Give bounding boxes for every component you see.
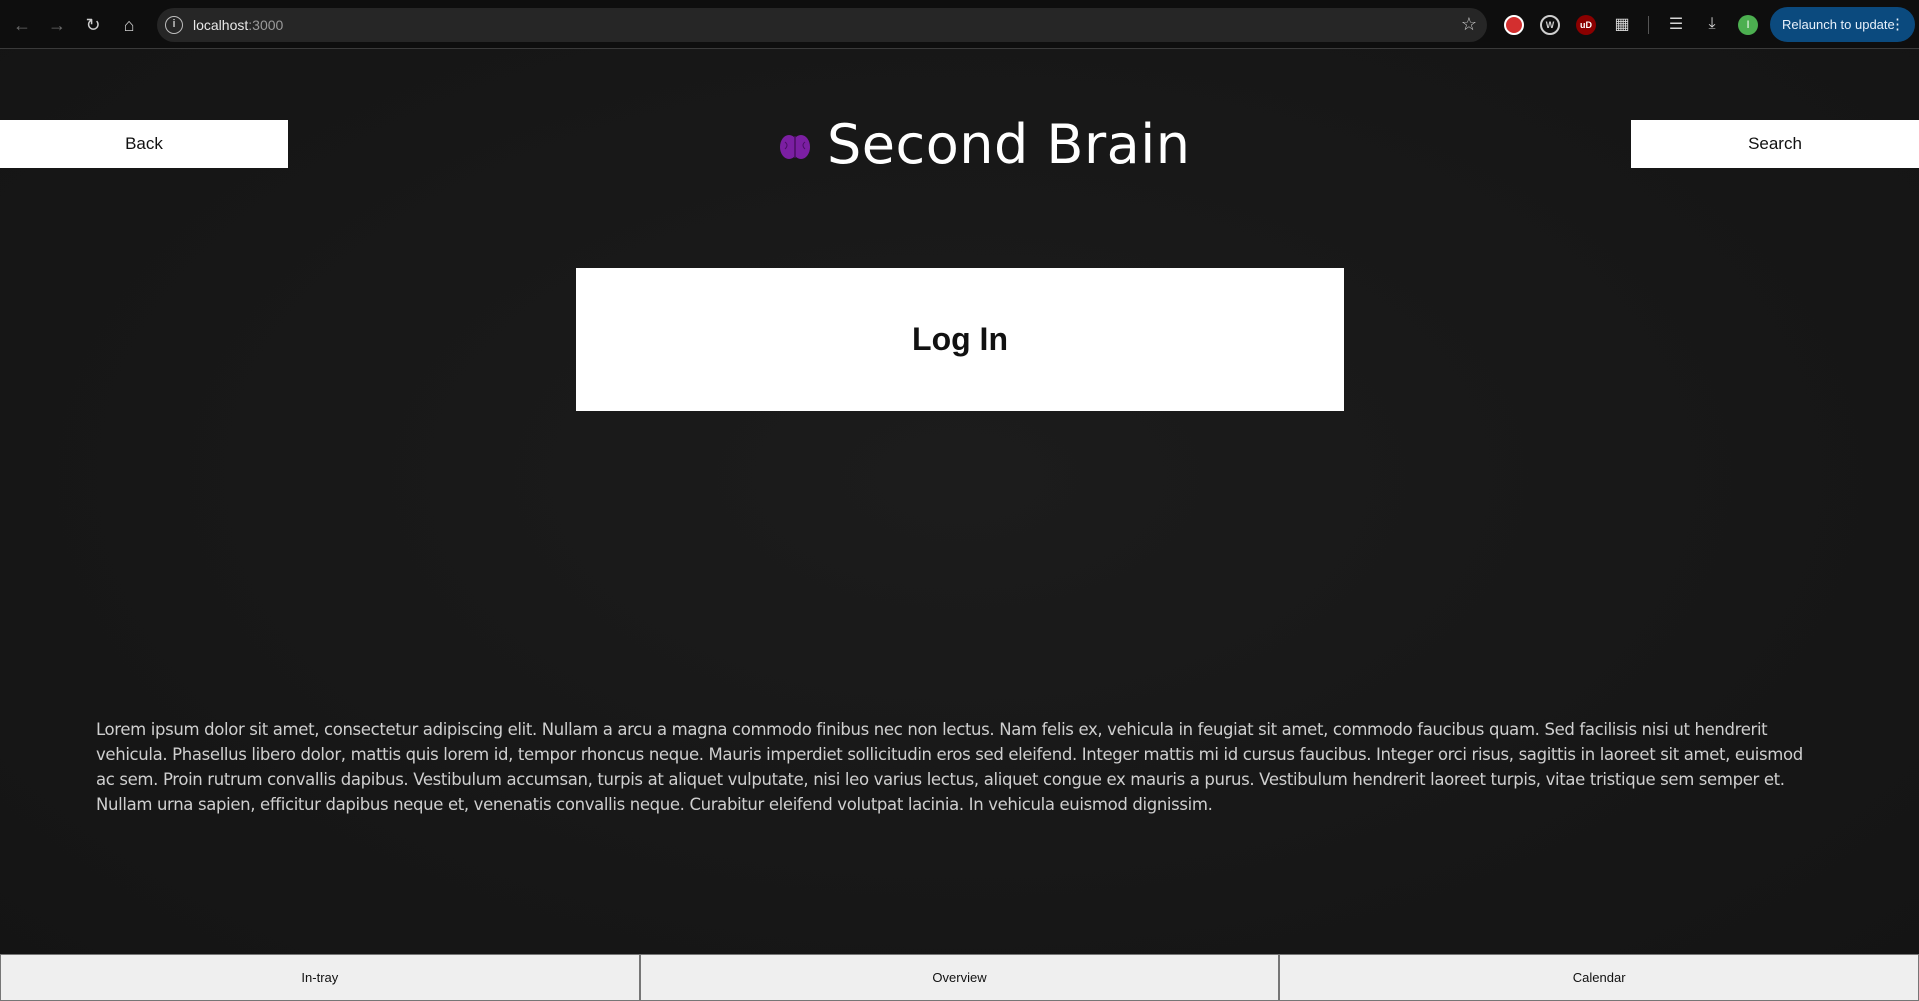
extensions-puzzle-icon[interactable]: ▦ — [1610, 12, 1634, 36]
back-arrow-icon[interactable]: ← — [7, 10, 37, 40]
login-card[interactable]: Log In — [576, 268, 1344, 411]
profile-initial: I — [1746, 19, 1750, 31]
app-header: Second Brain — [780, 111, 1190, 177]
relaunch-label: Relaunch to update — [1782, 17, 1895, 32]
brain-icon — [780, 135, 810, 159]
ext-badge-label: uD — [1580, 20, 1592, 30]
browser-toolbar: ← → ↻ ⌂ i localhost:3000 ☆ W uD ▦ ☰ ⤓ I … — [0, 0, 1919, 49]
back-button[interactable]: Back — [0, 120, 288, 168]
forward-arrow-icon[interactable]: → — [42, 10, 72, 40]
media-controls-icon[interactable]: ☰ — [1664, 12, 1688, 36]
login-heading: Log In — [912, 321, 1008, 357]
body-paragraph: Lorem ipsum dolor sit amet, consectetur … — [96, 719, 1803, 814]
site-info-icon[interactable]: i — [165, 16, 183, 34]
home-icon[interactable]: ⌂ — [114, 10, 144, 40]
tab-in-tray[interactable]: In-tray — [0, 954, 640, 1001]
url-text: localhost:3000 — [193, 17, 284, 33]
tab-overview[interactable]: Overview — [639, 954, 1280, 1001]
extension-w-icon[interactable]: W — [1540, 15, 1560, 35]
profile-avatar[interactable]: I — [1738, 15, 1758, 35]
extension-red-icon[interactable] — [1504, 15, 1524, 35]
bottom-nav: In-tray Overview Calendar — [0, 954, 1919, 1001]
page-content: Back Second Brain Search Log In Lorem ip… — [0, 49, 1919, 1001]
ublock-extension-icon[interactable]: uD — [1576, 15, 1596, 35]
more-menu-icon[interactable]: ⋮ — [1890, 15, 1905, 33]
bookmark-star-icon[interactable]: ☆ — [1461, 14, 1477, 35]
download-icon[interactable]: ⤓ — [1700, 12, 1724, 36]
reload-icon[interactable]: ↻ — [78, 10, 108, 40]
toolbar-divider — [1648, 16, 1649, 34]
tab-calendar[interactable]: Calendar — [1279, 954, 1919, 1001]
address-bar[interactable]: i localhost:3000 ☆ — [157, 8, 1487, 42]
relaunch-button[interactable]: Relaunch to update ⋮ — [1770, 7, 1915, 42]
app-title: Second Brain — [827, 112, 1191, 176]
search-button[interactable]: Search — [1631, 120, 1919, 168]
